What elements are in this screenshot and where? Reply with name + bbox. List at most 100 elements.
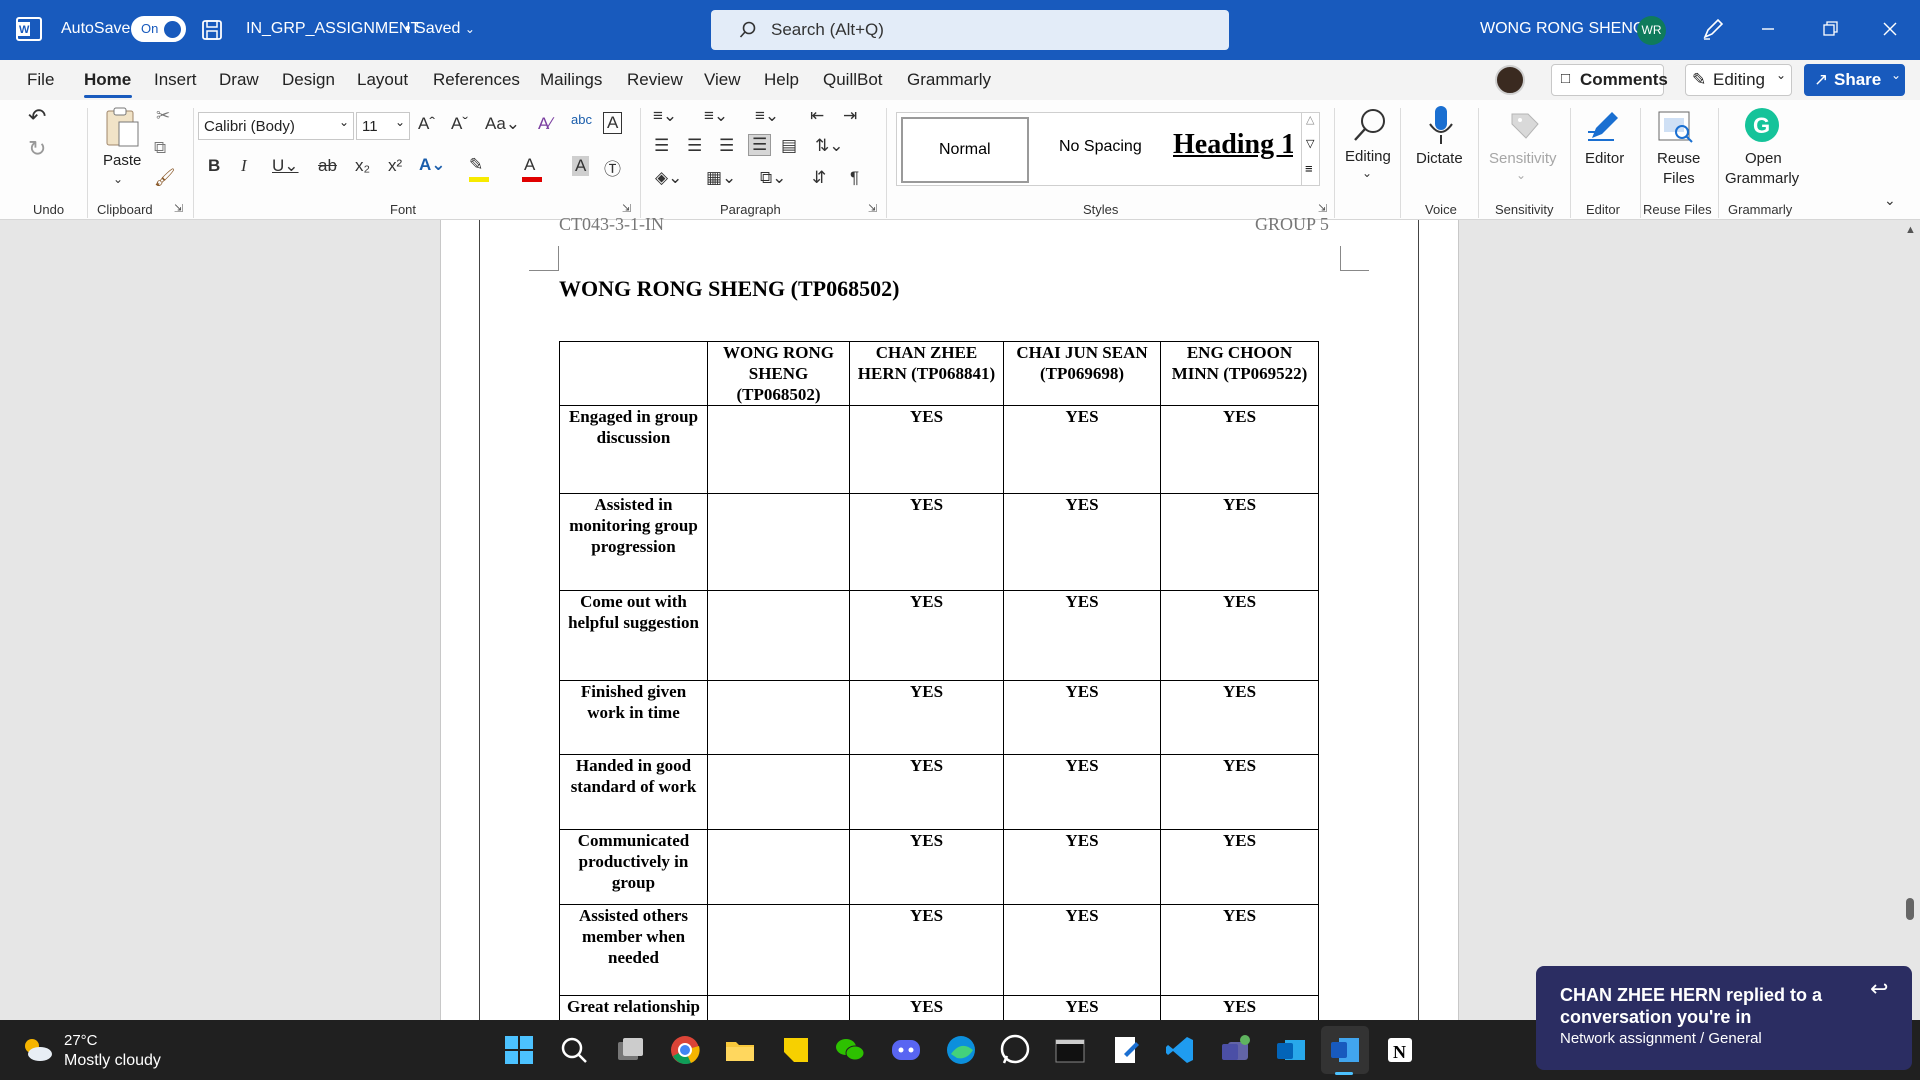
- tab-help[interactable]: Help: [764, 70, 799, 90]
- document-heading[interactable]: WONG RONG SHENG (TP068502): [559, 276, 899, 302]
- reuse-files-line1[interactable]: Reuse: [1657, 150, 1700, 167]
- criterion-cell[interactable]: Engaged in group discussion: [559, 405, 708, 494]
- find-icon[interactable]: [1350, 106, 1390, 146]
- bold-icon[interactable]: B: [208, 156, 220, 176]
- table-cell[interactable]: [707, 405, 850, 494]
- highlight-color-icon[interactable]: ✎: [469, 155, 489, 182]
- comments-button[interactable]: □ Comments: [1551, 64, 1668, 96]
- discord-icon[interactable]: [890, 1034, 922, 1066]
- header-group[interactable]: GROUP 5: [1255, 214, 1329, 235]
- criterion-cell[interactable]: Come out with helpful suggestion: [559, 590, 708, 681]
- criterion-cell[interactable]: Assisted in monitoring group progression: [559, 493, 708, 591]
- copy-icon[interactable]: ⧉: [154, 138, 166, 158]
- table-cell[interactable]: YES: [849, 405, 1004, 494]
- tab-draw[interactable]: Draw: [219, 70, 259, 90]
- clear-formatting-icon[interactable]: A∕: [538, 114, 552, 134]
- autosave-toggle[interactable]: On: [131, 16, 186, 42]
- whatsapp-icon[interactable]: [999, 1034, 1031, 1066]
- weather-cloud-icon[interactable]: [20, 1034, 54, 1064]
- table-cell[interactable]: YES: [849, 680, 1004, 755]
- table-cell[interactable]: YES: [1160, 680, 1319, 755]
- dialog-launcher-icon[interactable]: ⇲: [868, 202, 877, 215]
- share-button[interactable]: ↗ Share ⌄: [1804, 64, 1905, 96]
- cut-icon[interactable]: ✂: [156, 106, 170, 126]
- pen-icon[interactable]: [1700, 16, 1726, 42]
- font-name-combo[interactable]: Calibri (Body) ⌄: [198, 112, 354, 140]
- notion-icon[interactable]: N: [1384, 1034, 1416, 1066]
- tab-grammarly[interactable]: Grammarly: [907, 70, 991, 90]
- table-cell[interactable]: YES: [1160, 754, 1319, 830]
- tab-home[interactable]: Home: [84, 70, 131, 90]
- underline-icon[interactable]: U⌄: [272, 156, 299, 176]
- phonetic-guide-icon[interactable]: abc: [571, 112, 592, 127]
- profile-picture[interactable]: [1495, 65, 1525, 95]
- style-heading-1[interactable]: Heading 1: [1173, 129, 1293, 163]
- file-explorer-icon[interactable]: [724, 1034, 756, 1066]
- notepad-icon[interactable]: [1110, 1034, 1142, 1066]
- text-effects-icon[interactable]: A⌄: [419, 155, 446, 175]
- tab-mailings[interactable]: Mailings: [540, 70, 602, 90]
- sticky-notes-icon[interactable]: [780, 1034, 812, 1066]
- table-cell[interactable]: YES: [1003, 754, 1161, 830]
- undo-icon[interactable]: ↶: [28, 104, 46, 130]
- user-avatar[interactable]: WR: [1637, 16, 1666, 45]
- scroll-up-icon[interactable]: ▲: [1905, 224, 1916, 236]
- task-view-icon[interactable]: [614, 1034, 646, 1066]
- tab-references[interactable]: References: [433, 70, 520, 90]
- change-case-icon[interactable]: Aa⌄: [485, 114, 520, 134]
- editor-icon[interactable]: [1584, 106, 1624, 146]
- open-grammarly-line1[interactable]: Open: [1745, 150, 1782, 167]
- table-cell[interactable]: YES: [1003, 493, 1161, 591]
- font-color-icon[interactable]: A: [522, 155, 542, 182]
- tab-insert[interactable]: Insert: [154, 70, 197, 90]
- peer-evaluation-table[interactable]: WONG RONG SHENG (TP068502) CHAN ZHEE HER…: [559, 341, 1319, 1026]
- table-cell[interactable]: YES: [1003, 680, 1161, 755]
- editor-button[interactable]: Editor: [1585, 150, 1624, 167]
- table-cell[interactable]: [707, 680, 850, 755]
- italic-icon[interactable]: I: [241, 156, 247, 176]
- save-status[interactable]: • Saved ⌄: [405, 20, 475, 38]
- table-cell[interactable]: [707, 590, 850, 681]
- weather-description[interactable]: Mostly cloudy: [64, 1052, 161, 1070]
- justify-icon[interactable]: ☰: [748, 134, 772, 156]
- teams-icon[interactable]: [1220, 1034, 1252, 1066]
- table-header-cell[interactable]: ENG CHOON MINN (TP069522): [1160, 341, 1319, 406]
- search-box[interactable]: Search (Alt+Q): [711, 10, 1229, 50]
- character-border-icon[interactable]: A: [603, 112, 623, 134]
- table-cell[interactable]: YES: [849, 590, 1004, 681]
- tab-review[interactable]: Review: [627, 70, 683, 90]
- reuse-files-icon[interactable]: [1656, 108, 1696, 146]
- table-cell[interactable]: YES: [849, 904, 1004, 996]
- document-name[interactable]: IN_GRP_ASSIGNMENT: [246, 20, 420, 38]
- bullets-icon[interactable]: ≡⌄: [653, 106, 677, 126]
- tab-file[interactable]: File: [27, 70, 54, 90]
- table-cell[interactable]: YES: [849, 493, 1004, 591]
- subscript-icon[interactable]: x₂: [355, 156, 370, 176]
- table-cell[interactable]: [707, 754, 850, 830]
- user-name[interactable]: WONG RONG SHENG: [1480, 20, 1645, 38]
- chevron-down-icon[interactable]: ▽: [1306, 137, 1314, 150]
- increase-indent-icon[interactable]: ⇥: [843, 106, 857, 126]
- numbering-icon[interactable]: ≡⌄: [704, 106, 728, 126]
- outlook-icon[interactable]: [1275, 1034, 1307, 1066]
- styles-more-icon[interactable]: ≡: [1305, 161, 1313, 176]
- table-header-cell[interactable]: WONG RONG SHENG (TP068502): [707, 341, 850, 406]
- paste-icon[interactable]: [104, 106, 142, 150]
- align-center-icon[interactable]: ☰: [687, 136, 702, 156]
- shading-icon[interactable]: ◈⌄: [655, 168, 682, 188]
- redo-icon[interactable]: ↻: [28, 136, 46, 162]
- vertical-scrollbar[interactable]: ▲: [1901, 220, 1920, 1020]
- superscript-icon[interactable]: x²: [388, 156, 402, 176]
- paste-button-label[interactable]: Paste: [103, 152, 141, 169]
- criterion-cell[interactable]: Communicated productively in group: [559, 829, 708, 905]
- table-cell[interactable]: YES: [1160, 493, 1319, 591]
- format-painter-icon[interactable]: 🖌: [154, 168, 176, 188]
- show-formatting-icon[interactable]: ¶: [850, 168, 859, 188]
- criterion-cell[interactable]: Assisted others member when needed: [559, 904, 708, 996]
- notification-toast[interactable]: CHAN ZHEE HERN replied to a conversation…: [1536, 966, 1912, 1070]
- search-icon[interactable]: [558, 1034, 590, 1066]
- close-icon[interactable]: [1875, 14, 1905, 44]
- scroll-thumb[interactable]: [1906, 898, 1914, 920]
- chrome-icon[interactable]: [669, 1034, 701, 1066]
- open-grammarly-line2[interactable]: Grammarly: [1725, 170, 1799, 187]
